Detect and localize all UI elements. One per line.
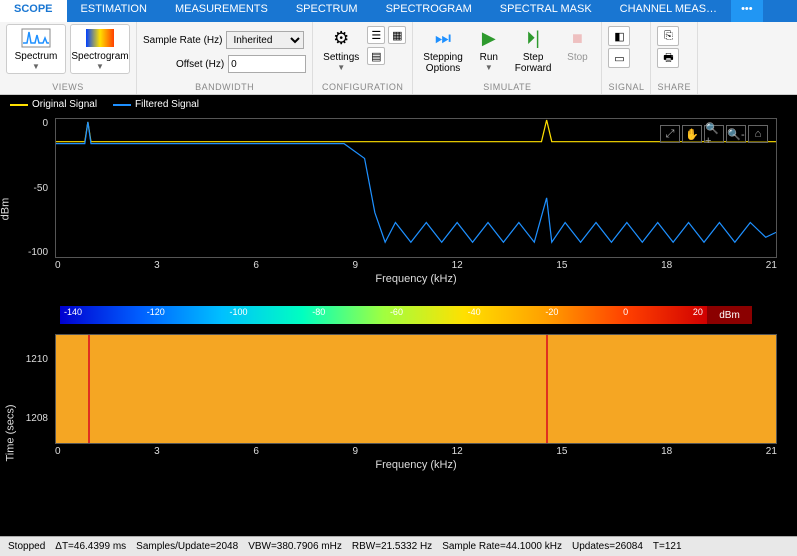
signal-group-label: SIGNAL [608, 80, 644, 94]
spectrum-icon [20, 27, 52, 49]
tab-spectral-mask[interactable]: SPECTRAL MASK [486, 0, 606, 22]
spectrum-view-label: Spectrum [15, 51, 58, 62]
legend-original-label: Original Signal [32, 99, 97, 110]
tab-estimation[interactable]: ESTIMATION [67, 0, 161, 22]
dropdown-icon: ▼ [337, 63, 345, 72]
config-palette-button[interactable]: ▦ [388, 26, 406, 44]
ribbon: Spectrum ▼ Spectrogram ▼ VIEWS Sample Ra… [0, 22, 797, 95]
dropdown-icon: ▼ [32, 62, 40, 71]
settings-label: Settings [323, 52, 359, 63]
ribbon-group-configuration: ⚙ Settings ▼ ☰ ▦ ▤ CONFIGURATION [313, 22, 413, 94]
status-rbw: RBW=21.5332 Hz [352, 541, 432, 552]
ribbon-group-signal: ◧ ▭ SIGNAL [602, 22, 651, 94]
spectrogram-plot-container: Time (secs) 1210 1208 036912151821 Frequ… [0, 330, 797, 536]
status-t: T=121 [653, 541, 682, 552]
offset-input[interactable] [228, 55, 306, 73]
pan-icon[interactable]: ✋ [682, 125, 702, 143]
status-bar: Stopped ΔT=46.4399 ms Samples/Update=204… [0, 536, 797, 556]
spectrogram-ylabel: Time (secs) [5, 404, 17, 461]
stop-icon: ■ [563, 26, 591, 50]
legend-original[interactable]: Original Signal [10, 99, 97, 110]
config-list-button[interactable]: ☰ [367, 26, 385, 44]
spectrum-ylabel: dBm [0, 198, 11, 221]
tab-bar: SCOPE ESTIMATION MEASUREMENTS SPECTRUM S… [0, 0, 797, 22]
spectrogram-x-ticks: 036912151821 [55, 444, 777, 459]
ribbon-group-views: Spectrum ▼ Spectrogram ▼ VIEWS [0, 22, 137, 94]
legend-swatch-filtered [113, 104, 131, 106]
spectrum-x-ticks: 036912151821 [55, 258, 777, 273]
share-print-button[interactable]: 🖶 [657, 48, 679, 68]
bandwidth-group-label: BANDWIDTH [143, 80, 306, 94]
status-sr: Sample Rate=44.1000 kHz [442, 541, 562, 552]
legend-filtered[interactable]: Filtered Signal [113, 99, 199, 110]
ribbon-group-bandwidth: Sample Rate (Hz) Inherited Offset (Hz) B… [137, 22, 313, 94]
stepping-icon: ⏭ [429, 26, 457, 50]
plot-area: Original Signal Filtered Signal dBm 0 -5… [0, 95, 797, 536]
sample-rate-label: Sample Rate (Hz) [143, 35, 222, 46]
tab-spectrum[interactable]: SPECTRUM [282, 0, 372, 22]
status-spu: Samples/Update=2048 [136, 541, 238, 552]
colorbar-gradient [60, 306, 707, 324]
signal-config-button[interactable]: ◧ [608, 26, 630, 46]
status-vbw: VBW=380.7906 mHz [248, 541, 342, 552]
stop-label: Stop [567, 52, 588, 63]
tab-channel-meas[interactable]: CHANNEL MEAS… [606, 0, 731, 22]
step-forward-label: Step Forward [515, 52, 552, 74]
config-layout-button[interactable]: ▤ [367, 47, 385, 65]
spectrum-plot[interactable]: ⤢ ✋ 🔍+ 🔍- ⌂ [55, 118, 777, 258]
legend-filtered-label: Filtered Signal [135, 99, 199, 110]
home-icon[interactable]: ⌂ [748, 125, 768, 143]
spectrogram-y-ticks: 1210 1208 [17, 354, 52, 424]
tone-line-15khz [546, 335, 548, 443]
signal-select-button[interactable]: ▭ [608, 48, 630, 68]
tab-overflow[interactable]: ••• [731, 0, 763, 22]
share-group-label: SHARE [657, 80, 691, 94]
tab-scope[interactable]: SCOPE [0, 0, 67, 22]
spectrum-view-button[interactable]: Spectrum ▼ [6, 24, 66, 74]
views-group-label: VIEWS [6, 80, 130, 94]
stepping-options-button[interactable]: ⏭ Stepping Options [419, 24, 466, 76]
status-upd: Updates=26084 [572, 541, 643, 552]
plot-tools: ⤢ ✋ 🔍+ 🔍- ⌂ [660, 125, 768, 143]
gear-icon: ⚙ [327, 26, 355, 50]
ribbon-group-simulate: ⏭ Stepping Options ▶ Run ▼ ⏵| Step Forwa… [413, 22, 602, 94]
run-label: Run [480, 52, 498, 63]
play-icon: ▶ [475, 26, 503, 50]
tab-measurements[interactable]: MEASUREMENTS [161, 0, 282, 22]
spectrum-y-ticks: 0 -50 -100 [17, 118, 52, 258]
spectrum-xlabel: Frequency (kHz) [55, 273, 777, 285]
stop-button: ■ Stop [559, 24, 595, 65]
zoom-in-icon[interactable]: 🔍+ [704, 125, 724, 143]
ribbon-group-share: ⎘ 🖶 SHARE [651, 22, 698, 94]
configuration-group-label: CONFIGURATION [319, 80, 406, 94]
colorbar-unit: dBm [707, 306, 752, 324]
run-button[interactable]: ▶ Run ▼ [471, 24, 507, 74]
legend-swatch-original [10, 104, 28, 106]
stepping-label: Stepping Options [423, 52, 462, 74]
spectrogram-view-button[interactable]: Spectrogram ▼ [70, 24, 130, 74]
settings-button[interactable]: ⚙ Settings ▼ [319, 24, 363, 74]
tone-line-1khz [88, 335, 90, 443]
status-dt: ΔT=46.4399 ms [55, 541, 126, 552]
spectrogram-plot[interactable] [55, 334, 777, 444]
share-copy-button[interactable]: ⎘ [657, 26, 679, 46]
legend: Original Signal Filtered Signal [0, 95, 797, 114]
offset-label: Offset (Hz) [176, 59, 224, 70]
step-forward-button[interactable]: ⏵| Step Forward [511, 24, 556, 76]
simulate-group-label: SIMULATE [419, 80, 595, 94]
spectrogram-xlabel: Frequency (kHz) [55, 459, 777, 471]
colorbar: dBm -140-120-100-80-60-40-20020 [60, 306, 752, 324]
status-state: Stopped [8, 541, 45, 552]
dropdown-icon: ▼ [96, 62, 104, 71]
spectrogram-view-label: Spectrogram [71, 51, 128, 62]
sample-rate-select[interactable]: Inherited [226, 31, 304, 49]
dropdown-icon: ▼ [485, 63, 493, 72]
tab-spectrogram[interactable]: SPECTROGRAM [372, 0, 486, 22]
step-icon: ⏵| [519, 26, 547, 50]
spectrum-plot-container: dBm 0 -50 -100 ⤢ ✋ 🔍+ 🔍- ⌂ [0, 114, 797, 304]
autoscale-icon[interactable]: ⤢ [660, 125, 680, 143]
spectrogram-icon [84, 27, 116, 49]
zoom-out-icon[interactable]: 🔍- [726, 125, 746, 143]
